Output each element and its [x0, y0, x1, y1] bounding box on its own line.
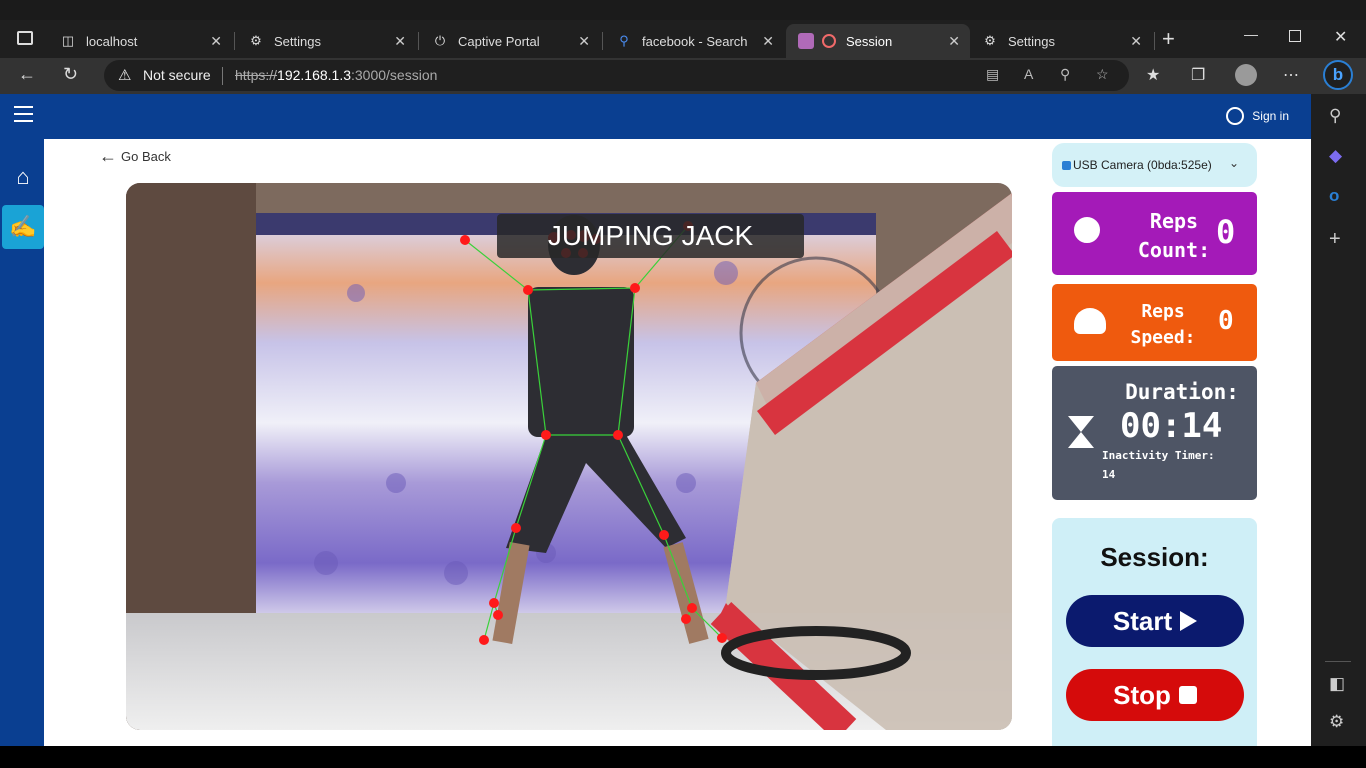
tab-localhost[interactable]: ◫ localhost ✕: [48, 24, 232, 58]
camera-permission-icon[interactable]: ▤: [986, 66, 999, 83]
stopwatch-icon: [1074, 217, 1100, 243]
start-button[interactable]: Start: [1066, 595, 1244, 647]
tab-settings-2[interactable]: ⚙ Settings ✕: [970, 24, 1152, 58]
close-icon[interactable]: ✕: [394, 33, 406, 50]
speedometer-icon: [1074, 308, 1106, 334]
back-icon[interactable]: ←: [18, 64, 36, 85]
close-icon[interactable]: ✕: [1130, 33, 1142, 50]
app-header: Sign in: [0, 94, 1311, 139]
reps-speed-value: 0: [1218, 306, 1234, 336]
chevron-down-icon: ⌄: [1228, 156, 1239, 170]
reps-count-value: 0: [1216, 213, 1236, 251]
web-page: Sign in ⌂ ✍ ← Go Back JUMPING JACK USB C…: [0, 94, 1311, 746]
user-icon: [1226, 107, 1245, 125]
tab-settings[interactable]: ⚙ Settings ✕: [236, 24, 416, 58]
sign-in-label: Sign in: [1252, 109, 1289, 123]
search-icon: ⚲: [619, 33, 629, 48]
gear-icon: ⚙: [984, 33, 996, 48]
read-aloud-icon[interactable]: A: [1024, 66, 1033, 82]
copilot-sidebar-icon[interactable]: ◆: [1329, 146, 1342, 166]
stop-button[interactable]: Stop: [1066, 669, 1244, 721]
minimize-icon[interactable]: —: [1244, 26, 1258, 42]
collections-icon[interactable]: ❐: [1191, 65, 1205, 85]
power-icon: ⏻: [434, 33, 446, 48]
exercise-name: JUMPING JACK: [497, 214, 804, 258]
stop-label: Stop: [1113, 679, 1171, 710]
sidebar-toggle-icon[interactable]: ◧: [1329, 674, 1345, 694]
address-bar-row: ← ↻ ⚠ Not secure https://192.168.1.3:300…: [0, 58, 1366, 94]
hamburger-menu-icon[interactable]: [14, 106, 33, 122]
tab-label: facebook - Search: [642, 33, 748, 49]
close-icon[interactable]: ✕: [578, 33, 590, 50]
camera-icon: [1062, 160, 1071, 170]
camera-select[interactable]: USB Camera (0bda:525e) ⌄: [1052, 143, 1257, 187]
tab-captive-portal[interactable]: ⏻ Captive Portal ✕: [420, 24, 600, 58]
workout-icon[interactable]: ✍: [2, 205, 44, 249]
play-icon: [1180, 611, 1198, 631]
refresh-icon[interactable]: ↻: [63, 64, 78, 85]
reps-speed-card: Reps Speed: 0: [1052, 284, 1257, 361]
tab-label: Settings: [1008, 33, 1055, 49]
zoom-icon[interactable]: ⚲: [1060, 66, 1070, 83]
reps-count-card: Reps Count: 0: [1052, 192, 1257, 275]
tab-actions-icon[interactable]: [17, 31, 33, 45]
add-icon[interactable]: +: [1329, 228, 1341, 251]
camera-select-value: USB Camera (0bda:525e): [1073, 158, 1212, 172]
app-favicon-icon: [798, 33, 814, 49]
address-bar[interactable]: ⚠ Not secure https://192.168.1.3:3000/se…: [104, 60, 1129, 91]
arrow-left-icon: ←: [99, 146, 117, 166]
session-title: Session:: [1100, 542, 1209, 572]
close-icon[interactable]: ✕: [762, 33, 774, 50]
edge-sidebar: ⚲ ◆ o + ◧ ⚙: [1311, 94, 1366, 746]
main-content: ← Go Back JUMPING JACK USB Camera (0bda:…: [44, 139, 1311, 746]
add-favorite-icon[interactable]: ☆: [1096, 66, 1109, 83]
duration-value: 00:14: [1120, 406, 1223, 446]
tab-facebook-search[interactable]: ⚲ facebook - Search ✕: [604, 24, 784, 58]
camera-feed: JUMPING JACK: [126, 183, 1012, 730]
page-icon: ◫: [61, 33, 75, 48]
tab-bar: ◫ localhost ✕ ⚙ Settings ✕ ⏻ Captive Por…: [0, 20, 1366, 58]
window-close-icon[interactable]: ✕: [1334, 27, 1347, 47]
record-icon: [822, 34, 836, 48]
tab-label: Session: [846, 33, 893, 49]
gear-icon[interactable]: ⚙: [1329, 712, 1344, 732]
more-menu-icon[interactable]: ⋯: [1283, 65, 1299, 85]
screen-bottom-bar: [0, 746, 1366, 768]
duration-card: Duration: 00:14 Inactivity Timer: 14: [1052, 366, 1257, 500]
new-tab-icon[interactable]: +: [1162, 26, 1175, 52]
restore-icon[interactable]: [1289, 30, 1301, 42]
inactivity-timer-value: 14: [1102, 468, 1116, 481]
stop-icon: [1178, 686, 1197, 704]
reps-speed-label: Reps Speed:: [1130, 301, 1196, 348]
tab-label: Settings: [274, 33, 321, 49]
home-icon[interactable]: ⌂: [2, 155, 44, 199]
tab-session[interactable]: Session ✕: [786, 24, 970, 58]
app-sidebar: ⌂ ✍: [0, 139, 44, 746]
tab-label: Captive Portal: [458, 33, 540, 49]
tab-label: localhost: [86, 33, 138, 49]
search-icon[interactable]: ⚲: [1329, 106, 1341, 126]
sign-in-link[interactable]: Sign in: [1226, 107, 1289, 125]
go-back-link[interactable]: ← Go Back: [99, 146, 171, 167]
profile-avatar[interactable]: [1235, 64, 1257, 86]
browser-window: ◫ localhost ✕ ⚙ Settings ✕ ⏻ Captive Por…: [0, 0, 1366, 768]
inactivity-timer-label: Inactivity Timer:: [1102, 449, 1215, 462]
security-status[interactable]: Not secure: [143, 67, 211, 83]
start-label: Start: [1112, 605, 1173, 636]
copilot-icon[interactable]: b: [1323, 60, 1353, 90]
close-icon[interactable]: ✕: [948, 33, 960, 50]
camera-scene: [126, 183, 1012, 730]
url-text[interactable]: https://192.168.1.3:3000/session: [235, 67, 437, 83]
favorites-icon[interactable]: ★: [1146, 65, 1160, 85]
outlook-icon[interactable]: o: [1329, 186, 1339, 206]
warning-icon: ⚠: [118, 67, 132, 84]
hourglass-icon: [1068, 416, 1094, 448]
close-icon[interactable]: ✕: [210, 33, 222, 50]
session-controls: Session: Start Stop: [1052, 518, 1257, 746]
go-back-label: Go Back: [121, 149, 171, 164]
duration-label: Duration:: [1125, 380, 1239, 404]
gear-icon: ⚙: [250, 33, 262, 48]
